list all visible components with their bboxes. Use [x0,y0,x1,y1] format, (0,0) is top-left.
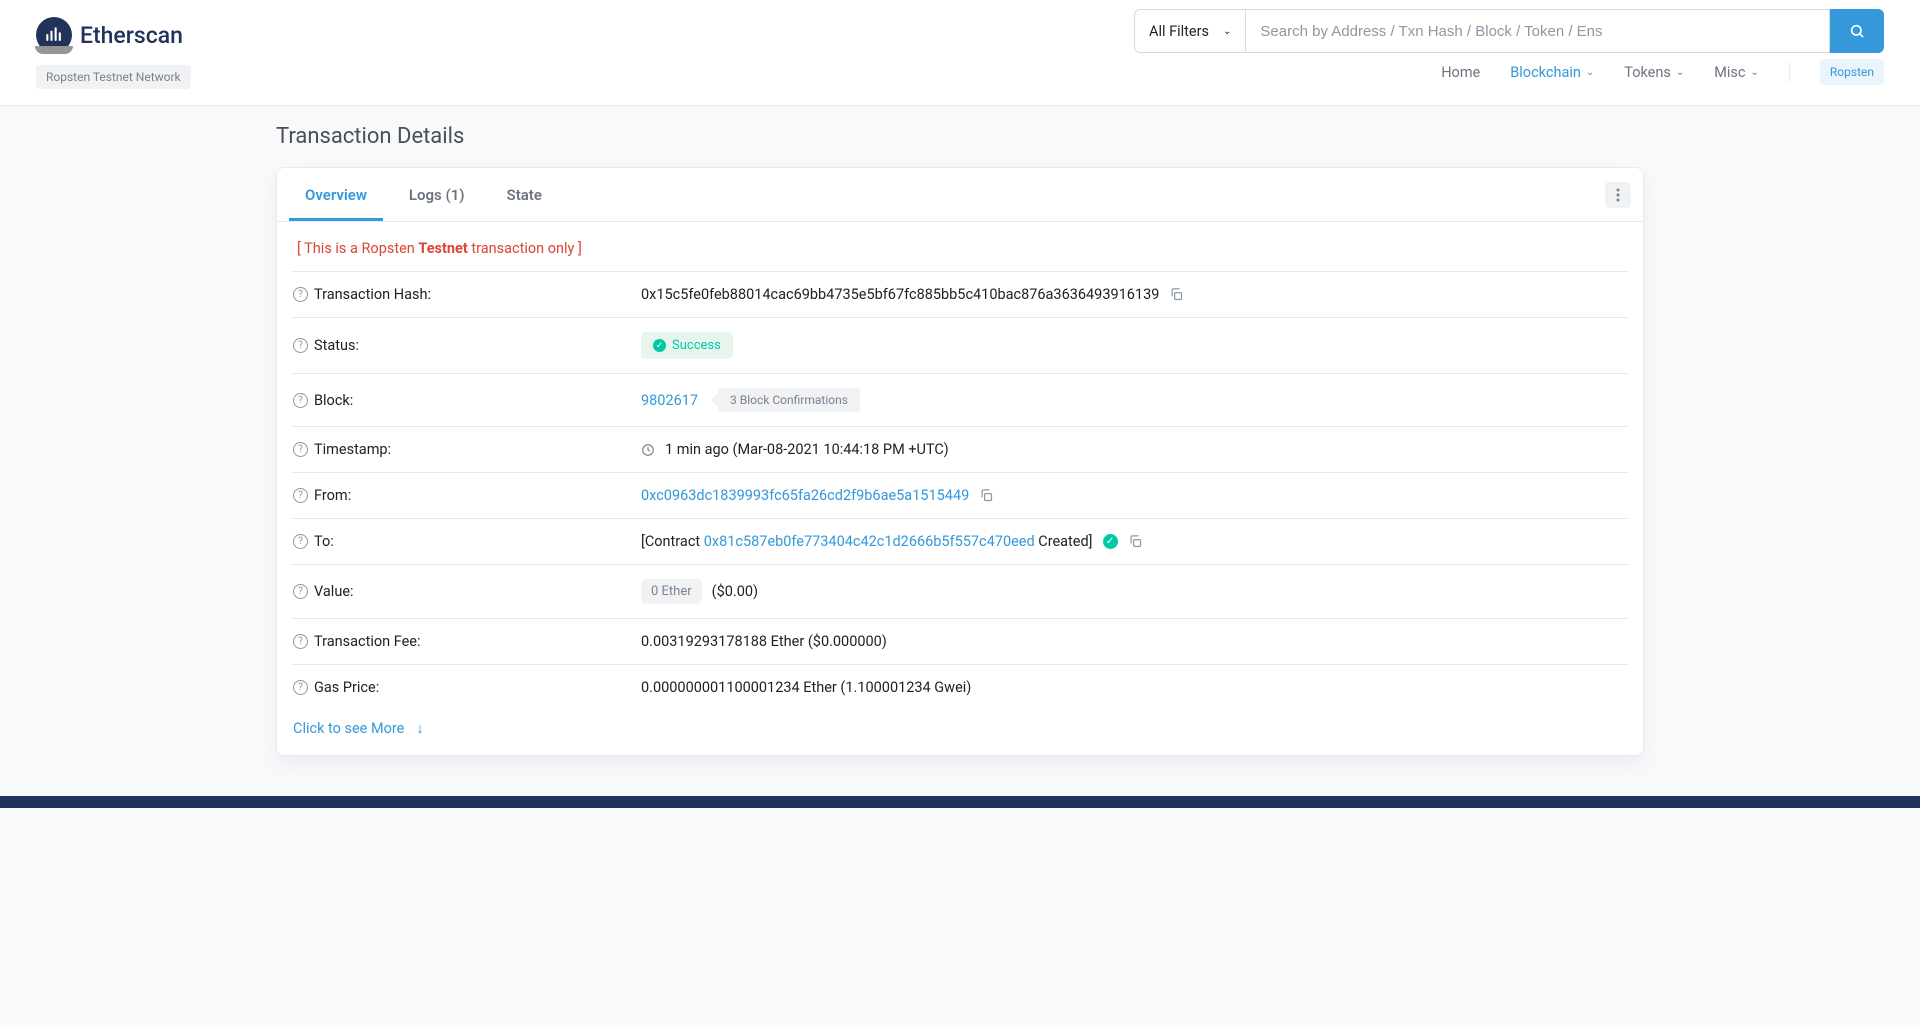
see-more-link[interactable]: Click to see More ↓ [291,720,424,737]
help-icon[interactable]: ? [293,488,308,503]
label-txn-fee: Transaction Fee: [314,633,421,650]
nav-divider [1789,62,1790,82]
search-icon [1849,23,1865,39]
block-link[interactable]: 9802617 [641,392,698,409]
logo[interactable]: Etherscan [36,17,191,53]
value-txn-fee: 0.00319293178188 Ether ($0.000000) [641,633,887,650]
from-address-link[interactable]: 0xc0963dc1839993fc65fa26cd2f9b6ae5a15154… [641,487,969,504]
more-button[interactable] [1605,182,1631,208]
value-gas-price: 0.000000001100001234 Ether (1.100001234 … [641,679,971,696]
nav-misc[interactable]: Misc ⌄ [1714,64,1759,81]
nav-blockchain[interactable]: Blockchain ⌄ [1510,64,1594,81]
nav-tokens[interactable]: Tokens ⌄ [1624,64,1684,81]
label-timestamp: Timestamp: [314,441,391,458]
row-timestamp: ? Timestamp: 1 min ago (Mar-08-2021 10:4… [291,426,1629,472]
label-from: From: [314,487,351,504]
dots-vertical-icon [1616,188,1620,202]
status-badge: ✓ Success [641,332,733,359]
row-txn-fee: ? Transaction Fee: 0.00319293178188 Ethe… [291,618,1629,664]
value-to: [Contract 0x81c587eb0fe773404c42c1d2666b… [641,533,1093,550]
help-icon[interactable]: ? [293,634,308,649]
nav-home[interactable]: Home [1441,64,1480,81]
check-circle-icon: ✓ [653,339,666,352]
filter-dropdown[interactable]: All Filters ⌄ [1134,9,1245,53]
label-to: To: [314,533,334,550]
logo-icon [36,17,72,53]
tab-logs[interactable]: Logs (1) [393,176,481,221]
filter-label: All Filters [1149,23,1209,40]
footer-bar [0,796,1920,808]
help-icon[interactable]: ? [293,534,308,549]
page-title: Transaction Details [276,124,1644,149]
label-block: Block: [314,392,353,409]
to-address-link[interactable]: 0x81c587eb0fe773404c42c1d2666b5f557c470e… [704,533,1035,550]
label-status: Status: [314,337,359,354]
copy-icon[interactable] [1128,534,1143,549]
chevron-down-icon: ⌄ [1751,67,1759,78]
help-icon[interactable]: ? [293,584,308,599]
label-gas-price: Gas Price: [314,679,379,696]
label-value: Value: [314,583,354,600]
help-icon[interactable]: ? [293,287,308,302]
value-txn-hash: 0x15c5fe0feb88014cac69bb4735e5bf67fc885b… [641,286,1159,303]
ropsten-button[interactable]: Ropsten [1820,59,1884,85]
testnet-warning: [ This is a Ropsten Testnet transaction … [297,240,1629,257]
row-from: ? From: 0xc0963dc1839993fc65fa26cd2f9b6a… [291,472,1629,518]
row-value: ? Value: 0 Ether ($0.00) [291,564,1629,618]
tab-overview[interactable]: Overview [289,176,383,221]
copy-icon[interactable] [1169,287,1184,302]
row-to: ? To: [Contract 0x81c587eb0fe773404c42c1… [291,518,1629,564]
row-block: ? Block: 9802617 3 Block Confirmations [291,373,1629,426]
network-badge: Ropsten Testnet Network [36,65,191,89]
arrow-down-icon: ↓ [416,720,423,737]
help-icon[interactable]: ? [293,442,308,457]
row-status: ? Status: ✓ Success [291,317,1629,373]
search-input[interactable] [1245,9,1830,53]
tab-state[interactable]: State [491,176,558,221]
value-usd: ($0.00) [712,583,758,600]
confirmations-badge: 3 Block Confirmations [718,388,860,412]
verified-icon: ✓ [1103,534,1118,549]
copy-icon[interactable] [979,488,994,503]
search-button[interactable] [1830,9,1884,53]
clock-icon [641,443,655,457]
value-timestamp: 1 min ago (Mar-08-2021 10:44:18 PM +UTC) [665,441,949,458]
help-icon[interactable]: ? [293,338,308,353]
value-badge: 0 Ether [641,579,702,604]
transaction-card: Overview Logs (1) State [ This is a Rops… [276,167,1644,756]
label-txn-hash: Transaction Hash: [314,286,431,303]
row-gas-price: ? Gas Price: 0.000000001100001234 Ether … [291,664,1629,710]
help-icon[interactable]: ? [293,680,308,695]
chevron-down-icon: ⌄ [1223,26,1231,37]
logo-text: Etherscan [80,22,183,49]
chevron-down-icon: ⌄ [1586,67,1594,78]
help-icon[interactable]: ? [293,393,308,408]
chevron-down-icon: ⌄ [1676,67,1684,78]
row-txn-hash: ? Transaction Hash: 0x15c5fe0feb88014cac… [291,271,1629,317]
